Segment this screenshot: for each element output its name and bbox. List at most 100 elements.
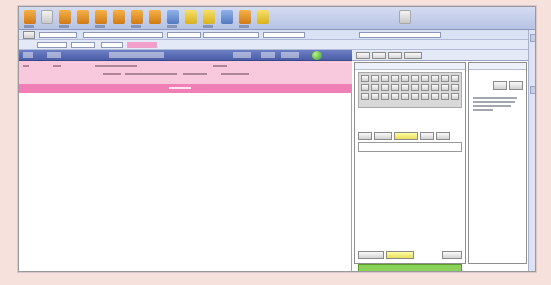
header-col[interactable] xyxy=(281,52,299,58)
list-item[interactable] xyxy=(19,61,352,84)
header-col[interactable] xyxy=(233,52,251,58)
check-button[interactable] xyxy=(386,251,414,259)
key[interactable] xyxy=(371,93,379,100)
header-col[interactable] xyxy=(23,52,33,58)
tool-button[interactable] xyxy=(374,132,392,140)
key[interactable] xyxy=(431,84,439,91)
alert-field[interactable] xyxy=(127,42,157,48)
record-nav-button[interactable] xyxy=(23,31,35,39)
toolbar-caption xyxy=(95,25,105,28)
key[interactable] xyxy=(421,84,429,91)
row-description xyxy=(95,65,137,67)
key[interactable] xyxy=(441,93,449,100)
key[interactable] xyxy=(381,84,389,91)
toolbar-icon-8[interactable] xyxy=(149,10,161,24)
memo-button[interactable] xyxy=(509,81,523,90)
tab-2[interactable] xyxy=(372,52,386,59)
key[interactable] xyxy=(371,84,379,91)
key[interactable] xyxy=(401,93,409,100)
toolbar-icon-9[interactable] xyxy=(167,10,179,24)
toolbar-icon-5[interactable] xyxy=(95,10,107,24)
option-field[interactable] xyxy=(263,32,305,38)
key[interactable] xyxy=(391,75,399,82)
row-date xyxy=(125,73,177,75)
toolbar-icon-12[interactable] xyxy=(221,10,233,24)
row-code xyxy=(53,65,61,67)
insurance-field[interactable] xyxy=(167,32,201,38)
tool-button[interactable] xyxy=(436,132,450,140)
key[interactable] xyxy=(441,84,449,91)
code-field[interactable] xyxy=(71,42,95,48)
toolbar-icon-2[interactable] xyxy=(41,10,53,24)
tool-button[interactable] xyxy=(420,132,434,140)
key[interactable] xyxy=(451,93,459,100)
key[interactable] xyxy=(441,75,449,82)
toolbar-caption xyxy=(59,25,69,28)
key[interactable] xyxy=(411,93,419,100)
scroll-thumb[interactable] xyxy=(530,86,535,94)
toolbar-icon-15[interactable] xyxy=(399,10,411,24)
tool-button-highlight[interactable] xyxy=(394,132,418,140)
patient-name-field[interactable] xyxy=(83,32,163,38)
key[interactable] xyxy=(401,75,409,82)
key[interactable] xyxy=(431,75,439,82)
amount-field[interactable] xyxy=(203,32,259,38)
key[interactable] xyxy=(451,75,459,82)
list-item-highlight[interactable] xyxy=(19,84,352,93)
app-window xyxy=(18,6,536,272)
memo-button[interactable] xyxy=(493,81,507,90)
patient-id-field[interactable] xyxy=(39,32,77,38)
action-button[interactable] xyxy=(358,251,384,259)
tab-4[interactable] xyxy=(404,52,422,59)
vertical-scrollbar[interactable] xyxy=(528,30,535,271)
toolbar xyxy=(19,7,535,30)
header-col[interactable] xyxy=(47,52,61,58)
key[interactable] xyxy=(451,84,459,91)
toolbar-icon-13[interactable] xyxy=(239,10,251,24)
key[interactable] xyxy=(401,84,409,91)
input-tools xyxy=(358,132,462,141)
status-field[interactable] xyxy=(37,42,67,48)
key[interactable] xyxy=(391,93,399,100)
date-field[interactable] xyxy=(359,32,441,38)
key[interactable] xyxy=(411,75,419,82)
key[interactable] xyxy=(361,84,369,91)
key[interactable] xyxy=(361,93,369,100)
toolbar-icon-3[interactable] xyxy=(59,10,71,24)
toolbar-caption xyxy=(167,25,177,28)
toolbar-icon-6[interactable] xyxy=(113,10,125,24)
toolbar-icon-1[interactable] xyxy=(24,10,36,24)
toolbar-caption xyxy=(203,25,213,28)
toolbar-icon-11[interactable] xyxy=(203,10,215,24)
tab-3[interactable] xyxy=(388,52,402,59)
key-grid xyxy=(358,72,462,108)
toolbar-icon-4[interactable] xyxy=(77,10,89,24)
tool-button[interactable] xyxy=(358,132,372,140)
key[interactable] xyxy=(371,75,379,82)
scroll-up-icon[interactable] xyxy=(530,34,535,42)
sub-record-bar xyxy=(19,40,535,50)
list-header xyxy=(19,50,352,61)
toolbar-icon-10[interactable] xyxy=(185,10,197,24)
action-button[interactable] xyxy=(442,251,462,259)
key[interactable] xyxy=(381,75,389,82)
memo-text[interactable] xyxy=(473,97,521,113)
header-col[interactable] xyxy=(109,52,164,58)
record-bar xyxy=(19,30,535,40)
toolbar-icon-7[interactable] xyxy=(131,10,143,24)
confirm-button[interactable] xyxy=(358,264,462,271)
tab-1[interactable] xyxy=(356,52,370,59)
toolbar-icon-14[interactable] xyxy=(257,10,269,24)
header-col[interactable] xyxy=(261,52,275,58)
key[interactable] xyxy=(361,75,369,82)
count-field[interactable] xyxy=(101,42,123,48)
key[interactable] xyxy=(411,84,419,91)
input-grid[interactable] xyxy=(358,142,462,152)
key[interactable] xyxy=(391,84,399,91)
key[interactable] xyxy=(421,93,429,100)
key[interactable] xyxy=(421,75,429,82)
key[interactable] xyxy=(381,93,389,100)
toolbar-caption xyxy=(24,25,34,28)
input-panel-title xyxy=(355,63,465,70)
key[interactable] xyxy=(431,93,439,100)
